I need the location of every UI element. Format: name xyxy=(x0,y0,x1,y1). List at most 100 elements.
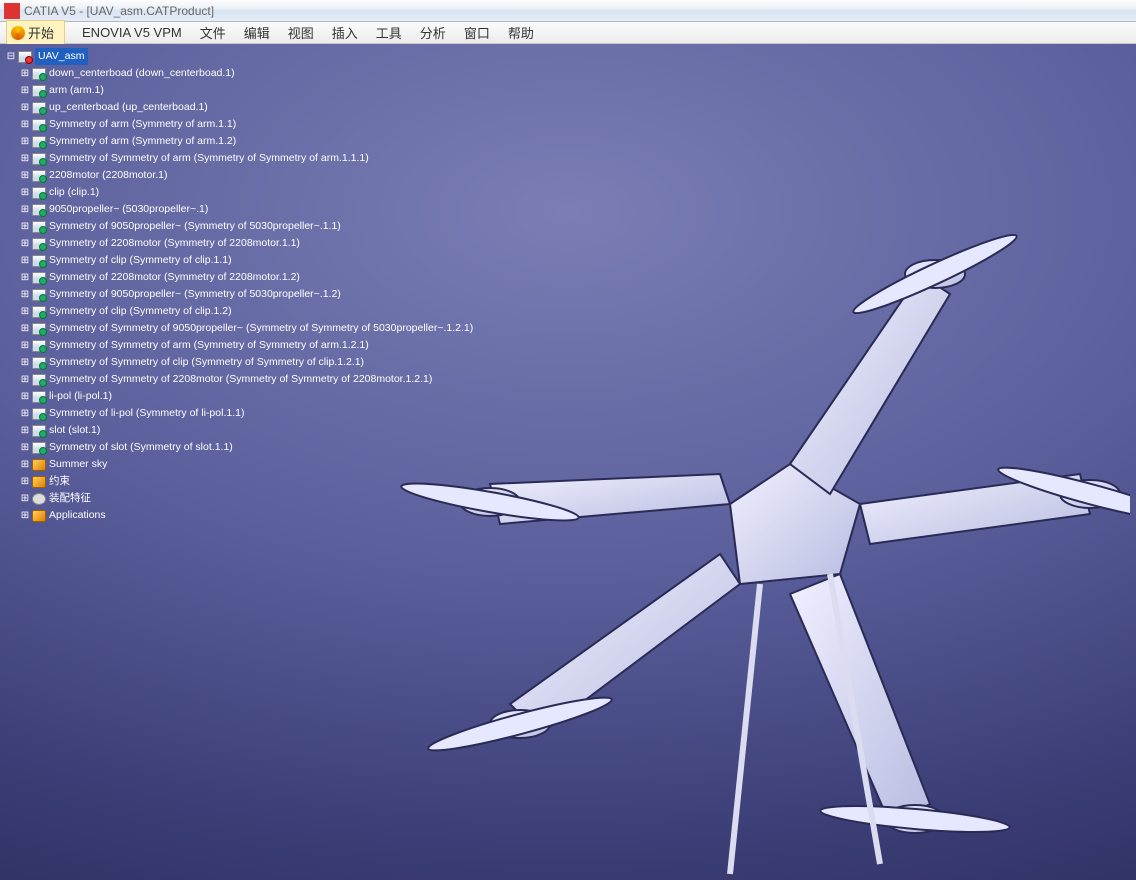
expander-icon[interactable]: ⊞ xyxy=(20,341,30,351)
menu-insert[interactable]: 插入 xyxy=(323,23,367,42)
part-icon xyxy=(32,408,46,420)
part-icon xyxy=(32,306,46,318)
expander-icon[interactable]: ⊞ xyxy=(20,426,30,436)
tree-item[interactable]: ⊞up_centerboad (up_centerboad.1) xyxy=(20,99,473,116)
expander-icon[interactable]: ⊞ xyxy=(20,188,30,198)
tree-item[interactable]: ⊞ Summer sky xyxy=(20,456,473,473)
tree-item-label: down_centerboad (down_centerboad.1) xyxy=(49,65,235,82)
expander-icon[interactable]: ⊞ xyxy=(20,273,30,283)
tree-item[interactable]: ⊞Symmetry of Symmetry of 2208motor (Symm… xyxy=(20,371,473,388)
menu-tools[interactable]: 工具 xyxy=(367,23,411,42)
viewport[interactable]: ⊟ UAV_asm ⊞ down_centerboad (down_centerb… xyxy=(0,44,1136,880)
menu-edit[interactable]: 编辑 xyxy=(235,23,279,42)
tree-item[interactable]: ⊞Symmetry of slot (Symmetry of slot.1.1) xyxy=(20,439,473,456)
tree-item[interactable]: ⊞9050propeller~ (5030propeller~.1) xyxy=(20,201,473,218)
tree-item[interactable]: ⊞Symmetry of clip (Symmetry of clip.1.2) xyxy=(20,303,473,320)
tree-item[interactable]: ⊞Symmetry of Symmetry of arm (Symmetry o… xyxy=(20,337,473,354)
tree-item[interactable]: ⊞ Symmetry of 2208motor (Symmetry of 2208… xyxy=(20,235,473,252)
gear-icon xyxy=(32,493,46,505)
part-icon xyxy=(32,323,46,335)
expander-icon[interactable]: ⊞ xyxy=(20,86,30,96)
tree-root[interactable]: ⊟ UAV_asm xyxy=(6,48,473,65)
tree-item-label: Symmetry of 2208motor (Symmetry of 2208m… xyxy=(49,235,300,252)
tree-item-label: Symmetry of Symmetry of clip (Symmetry o… xyxy=(49,354,364,371)
tree-item-label: Symmetry of arm (Symmetry of arm.1.2) xyxy=(49,133,236,150)
expander-icon[interactable]: ⊞ xyxy=(20,171,30,181)
expander-icon[interactable]: ⊞ xyxy=(20,494,30,504)
window-title: CATIA V5 - [UAV_asm.CATProduct] xyxy=(24,4,214,18)
tree-item[interactable]: ⊞ Symmetry of li-pol (Symmetry of li-pol.… xyxy=(20,405,473,422)
expander-icon[interactable]: ⊞ xyxy=(20,392,30,402)
tree-item[interactable]: ⊞Applications xyxy=(20,507,473,524)
menu-analysis[interactable]: 分析 xyxy=(411,23,455,42)
part-icon xyxy=(32,340,46,352)
expander-icon[interactable]: ⊞ xyxy=(20,222,30,232)
menu-start[interactable]: 开始 xyxy=(6,20,65,45)
menu-window[interactable]: 窗口 xyxy=(455,23,499,42)
menu-file[interactable]: 文件 xyxy=(191,23,235,42)
app-icon xyxy=(4,3,20,19)
tree-item[interactable]: ⊞ Symmetry of arm (Symmetry of arm.1.1) xyxy=(20,116,473,133)
part-icon xyxy=(32,102,46,114)
part-icon xyxy=(32,170,46,182)
cad-model[interactable] xyxy=(360,104,1130,880)
tree-item-label: Symmetry of clip (Symmetry of clip.1.1) xyxy=(49,252,232,269)
tree-item-label: Symmetry of arm (Symmetry of arm.1.1) xyxy=(49,116,236,133)
misc-icon xyxy=(32,476,46,488)
tree-item-label: Symmetry of li-pol (Symmetry of li-pol.1… xyxy=(49,405,244,422)
expander-icon[interactable]: ⊞ xyxy=(20,137,30,147)
expander-icon[interactable]: ⊟ xyxy=(6,52,16,62)
expander-icon[interactable]: ⊞ xyxy=(20,324,30,334)
tree-item-label: arm (arm.1) xyxy=(49,82,104,99)
tree-item-label: Summer sky xyxy=(49,456,107,473)
part-icon xyxy=(32,204,46,216)
tree-item[interactable]: ⊞Symmetry of 9050propeller~ (Symmetry of… xyxy=(20,286,473,303)
tree-item[interactable]: ⊞ Symmetry of arm (Symmetry of arm.1.2) xyxy=(20,133,473,150)
expander-icon[interactable]: ⊞ xyxy=(20,460,30,470)
menu-enovia[interactable]: ENOVIA V5 VPM xyxy=(73,25,191,40)
tree-item[interactable]: ⊞ 装配特征 xyxy=(20,490,473,507)
tree-item[interactable]: ⊞Symmetry of 2208motor (Symmetry of 2208… xyxy=(20,269,473,286)
part-icon xyxy=(32,289,46,301)
tree-item[interactable]: ⊞Symmetry of Symmetry of 9050propeller~ … xyxy=(20,320,473,337)
expander-icon[interactable]: ⊞ xyxy=(20,307,30,317)
expander-icon[interactable]: ⊞ xyxy=(20,120,30,130)
tree-item-label: 装配特征 xyxy=(49,490,91,507)
tree-item[interactable]: ⊞Symmetry of Symmetry of arm (Symmetry o… xyxy=(20,150,473,167)
tree-item[interactable]: ⊞clip (clip.1) xyxy=(20,184,473,201)
expander-icon[interactable]: ⊞ xyxy=(20,205,30,215)
expander-icon[interactable]: ⊞ xyxy=(20,154,30,164)
tree-item-label: li-pol (li-pol.1) xyxy=(49,388,112,405)
menu-view[interactable]: 视图 xyxy=(279,23,323,42)
menu-help[interactable]: 帮助 xyxy=(499,23,543,42)
expander-icon[interactable]: ⊞ xyxy=(20,375,30,385)
expander-icon[interactable]: ⊞ xyxy=(20,443,30,453)
expander-icon[interactable]: ⊞ xyxy=(20,103,30,113)
part-icon xyxy=(32,272,46,284)
expander-icon[interactable]: ⊞ xyxy=(20,256,30,266)
tree-item[interactable]: ⊞ Symmetry of Symmetry of clip (Symmetry … xyxy=(20,354,473,371)
product-icon xyxy=(18,51,32,63)
expander-icon[interactable]: ⊞ xyxy=(20,409,30,419)
part-icon xyxy=(32,68,46,80)
expander-icon[interactable]: ⊞ xyxy=(20,358,30,368)
tree-item[interactable]: ⊞ 2208motor (2208motor.1) xyxy=(20,167,473,184)
part-icon xyxy=(32,238,46,250)
tree-item[interactable]: ⊞ Symmetry of clip (Symmetry of clip.1.1) xyxy=(20,252,473,269)
misc-icon xyxy=(32,510,46,522)
tree-item[interactable]: ⊞约束 xyxy=(20,473,473,490)
spec-tree[interactable]: ⊟ UAV_asm ⊞ down_centerboad (down_centerb… xyxy=(6,48,473,524)
tree-item-label: 2208motor (2208motor.1) xyxy=(49,167,167,184)
tree-item[interactable]: ⊞ li-pol (li-pol.1) xyxy=(20,388,473,405)
tree-item[interactable]: ⊞Symmetry of 9050propeller~ (Symmetry of… xyxy=(20,218,473,235)
expander-icon[interactable]: ⊞ xyxy=(20,511,30,521)
expander-icon[interactable]: ⊞ xyxy=(20,477,30,487)
expander-icon[interactable]: ⊞ xyxy=(20,239,30,249)
tree-item[interactable]: ⊞ arm (arm.1) xyxy=(20,82,473,99)
tree-item[interactable]: ⊞slot (slot.1) xyxy=(20,422,473,439)
part-icon xyxy=(32,221,46,233)
menu-start-label: 开始 xyxy=(28,23,54,42)
tree-item[interactable]: ⊞ down_centerboad (down_centerboad.1) xyxy=(20,65,473,82)
expander-icon[interactable]: ⊞ xyxy=(20,69,30,79)
expander-icon[interactable]: ⊞ xyxy=(20,290,30,300)
